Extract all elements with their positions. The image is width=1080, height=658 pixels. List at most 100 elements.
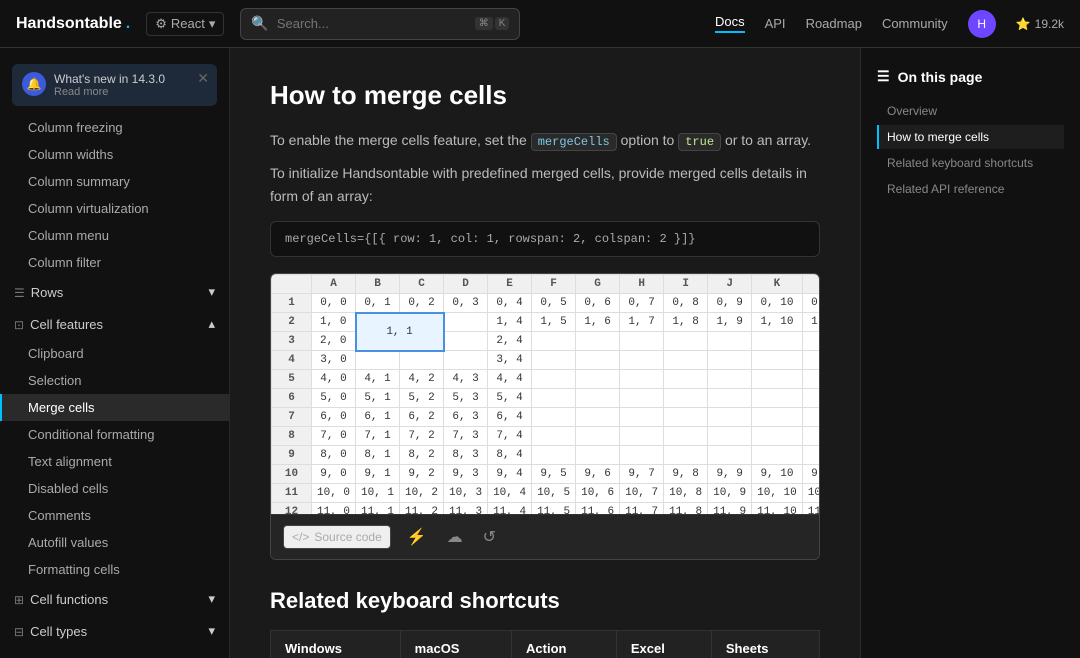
cell-1-4[interactable]: 1, 4 [488,313,532,332]
cell-9-5[interactable]: 9, 5 [532,465,576,484]
cell-5-8[interactable] [664,389,708,408]
cell-4-9[interactable] [708,370,752,389]
cell-7-2[interactable]: 7, 2 [400,427,444,446]
cell-5-2[interactable]: 5, 2 [400,389,444,408]
cell-0-5[interactable]: 0, 5 [532,293,576,313]
cell-6-6[interactable] [576,408,620,427]
cell-6-3[interactable]: 6, 3 [444,408,488,427]
sidebar-item-disabled-cells[interactable]: Disabled cells [0,475,229,502]
cell-8-1[interactable]: 8, 1 [356,446,400,465]
cell-8-4[interactable]: 8, 4 [488,446,532,465]
cell-2-9[interactable] [708,332,752,351]
cell-10-7[interactable]: 10, 7 [620,484,664,503]
cell-3-3[interactable] [444,351,488,370]
sidebar-item-column-virtualization[interactable]: Column virtualization [0,195,229,222]
cell-1-8[interactable]: 1, 8 [664,313,708,332]
cell-9-3[interactable]: 9, 3 [444,465,488,484]
cell-features-section-header[interactable]: ⊡Cell features ▴ [0,308,229,340]
cell-5-1[interactable]: 5, 1 [356,389,400,408]
nav-roadmap[interactable]: Roadmap [806,16,862,31]
cell-7-1[interactable]: 7, 1 [356,427,400,446]
cell-10-4[interactable]: 10, 4 [488,484,532,503]
cell-8-7[interactable] [620,446,664,465]
cell-2-6[interactable] [576,332,620,351]
cell-3-11[interactable] [802,351,819,370]
cell-9-4[interactable]: 9, 4 [488,465,532,484]
cell-11-10[interactable]: 11, 10 [752,503,803,514]
cell-8-3[interactable]: 8, 3 [444,446,488,465]
cell-9-9[interactable]: 9, 9 [708,465,752,484]
search-input[interactable] [277,16,467,31]
cell-6-4[interactable]: 6, 4 [488,408,532,427]
cell-10-2[interactable]: 10, 2 [400,484,444,503]
cell-0-3[interactable]: 0, 3 [444,293,488,313]
cell-8-0[interactable]: 8, 0 [312,446,356,465]
cell-9-10[interactable]: 9, 10 [752,465,803,484]
close-icon[interactable]: ✕ [197,70,209,87]
cell-1-7[interactable]: 1, 7 [620,313,664,332]
cell-8-5[interactable] [532,446,576,465]
cell-6-10[interactable] [752,408,803,427]
cell-6-7[interactable] [620,408,664,427]
sidebar-item-conditional-formatting[interactable]: Conditional formatting [0,421,229,448]
cell-7-6[interactable] [576,427,620,446]
sidebar-item-clipboard[interactable]: Clipboard [0,340,229,367]
cell-1-3[interactable] [444,313,488,332]
cell-4-8[interactable] [664,370,708,389]
cell-9-0[interactable]: 9, 0 [312,465,356,484]
cell-3-10[interactable] [752,351,803,370]
cell-4-10[interactable] [752,370,803,389]
sidebar-item-column-summary[interactable]: Column summary [0,168,229,195]
cell-7-3[interactable]: 7, 3 [444,427,488,446]
cell-2-8[interactable] [664,332,708,351]
cell-4-0[interactable]: 4, 0 [312,370,356,389]
cell-4-4[interactable]: 4, 4 [488,370,532,389]
sidebar-item-formatting-cells[interactable]: Formatting cells [0,556,229,583]
cell-3-1[interactable] [356,351,400,370]
cell-0-9[interactable]: 0, 9 [708,293,752,313]
cell-3-0[interactable]: 3, 0 [312,351,356,370]
cell-7-8[interactable] [664,427,708,446]
sidebar-item-column-freezing[interactable]: Column freezing [0,114,229,141]
cell-2-7[interactable] [620,332,664,351]
cell-8-8[interactable] [664,446,708,465]
cell-9-11[interactable]: 9, 11 [802,465,819,484]
cell-1-11[interactable]: 1, 11 [802,313,819,332]
cell-5-11[interactable] [802,389,819,408]
cell-0-0[interactable]: 0, 0 [312,293,356,313]
cell-10-11[interactable]: 10, 11 [802,484,819,503]
demo-table-container[interactable]: A B C D E F G H I J K L M [271,274,819,514]
cell-2-10[interactable] [752,332,803,351]
cell-5-6[interactable] [576,389,620,408]
sidebar-item-selection[interactable]: Selection [0,367,229,394]
cloud-icon[interactable]: ☁ [443,523,467,551]
cell-0-1[interactable]: 0, 1 [356,293,400,313]
framework-selector[interactable]: ⚙ React ▾ [146,12,224,36]
cell-10-10[interactable]: 10, 10 [752,484,803,503]
cell-5-9[interactable] [708,389,752,408]
cell-3-9[interactable] [708,351,752,370]
cell-7-10[interactable] [752,427,803,446]
sidebar-item-merge-cells[interactable]: Merge cells [0,394,229,421]
cell-7-7[interactable] [620,427,664,446]
cell-5-0[interactable]: 5, 0 [312,389,356,408]
cell-5-5[interactable] [532,389,576,408]
cell-8-6[interactable] [576,446,620,465]
cell-6-2[interactable]: 6, 2 [400,408,444,427]
cell-0-11[interactable]: 0, 11 [802,293,819,313]
toc-item-how-to-merge[interactable]: How to merge cells [877,125,1064,149]
cell-4-3[interactable]: 4, 3 [444,370,488,389]
cell-7-0[interactable]: 7, 0 [312,427,356,446]
cell-3-6[interactable] [576,351,620,370]
cell-4-5[interactable] [532,370,576,389]
cell-11-9[interactable]: 11, 9 [708,503,752,514]
cell-4-7[interactable] [620,370,664,389]
cell-7-5[interactable] [532,427,576,446]
cell-3-8[interactable] [664,351,708,370]
user-avatar[interactable]: H [968,10,996,38]
cell-4-1[interactable]: 4, 1 [356,370,400,389]
cell-3-7[interactable] [620,351,664,370]
cell-0-8[interactable]: 0, 8 [664,293,708,313]
cell-11-0[interactable]: 11, 0 [312,503,356,514]
cell-9-6[interactable]: 9, 6 [576,465,620,484]
